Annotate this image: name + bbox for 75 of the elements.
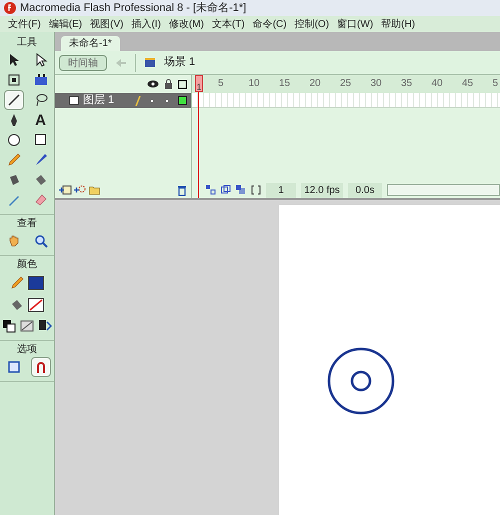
section-label: 颜色 — [16, 258, 38, 272]
elapsed-time: 0.0s — [348, 182, 382, 198]
frame-number: 35 — [401, 77, 414, 91]
frame-number: 5 — [218, 77, 225, 91]
stroke-color-swatch[interactable] — [28, 276, 44, 290]
horizontal-scrollbar[interactable] — [387, 184, 500, 196]
layer-icon — [69, 96, 79, 105]
frame-number: 30 — [370, 77, 383, 91]
back-arrow-icon — [115, 58, 127, 68]
section-label: 选项 — [16, 343, 38, 357]
frame-number: 20 — [310, 77, 322, 91]
onion-skin-icon[interactable] — [221, 185, 231, 195]
pencil-icon — [6, 153, 20, 167]
edit-frames-icon[interactable] — [236, 185, 246, 195]
trash-icon[interactable] — [177, 184, 187, 196]
outline-icon[interactable] — [178, 80, 187, 88]
layer-name: 图层 1 — [83, 93, 116, 108]
frame-number: 40 — [432, 77, 444, 91]
section-label: 查看 — [16, 217, 38, 231]
hand-icon — [6, 234, 20, 248]
line-tool[interactable] — [4, 90, 24, 110]
zoom-icon — [34, 234, 48, 248]
center-frame-icon[interactable] — [206, 185, 216, 195]
lock-icon[interactable] — [164, 79, 173, 89]
lasso-icon — [34, 93, 48, 107]
oval-icon — [6, 133, 20, 147]
frame-number: 45 — [462, 77, 474, 91]
section-label: 工具 — [16, 36, 38, 50]
object-drawing-icon — [6, 360, 20, 374]
squares-icon — [2, 319, 16, 333]
current-frame: 1 — [266, 182, 296, 198]
menu-item[interactable]: 帮助(H) — [377, 16, 420, 32]
markers-icon[interactable] — [251, 185, 261, 195]
menu-item[interactable]: 命令(C) — [248, 16, 291, 32]
menu-item[interactable]: 编辑(E) — [44, 16, 86, 32]
menu-item[interactable]: 修改(M) — [164, 16, 208, 32]
brush-icon — [34, 153, 48, 167]
slash-icon — [20, 319, 34, 333]
line-icon — [6, 93, 20, 107]
frame-number: 25 — [340, 77, 352, 91]
frame-number: 10 — [248, 77, 261, 91]
menu-item[interactable]: 文本(T) — [208, 16, 249, 32]
menu-item[interactable]: 文件(F) — [4, 16, 45, 32]
clapper-icon — [144, 57, 156, 68]
frame-rate: 12.0 fps — [301, 182, 343, 198]
frame-number: 5 — [492, 77, 500, 91]
menu-item[interactable]: 控制(O) — [290, 16, 334, 32]
menu-item[interactable]: 视图(V) — [86, 16, 128, 32]
rectangle-icon — [34, 133, 48, 147]
ring-drawing — [326, 346, 396, 416]
snap-tool[interactable] — [30, 357, 50, 377]
add-layer-icon[interactable] — [59, 185, 72, 195]
layer-row[interactable]: 图层 1 — [55, 93, 191, 108]
app-logo-icon — [4, 2, 16, 14]
menu-item[interactable]: 窗口(W) — [333, 16, 378, 32]
layer-color-icon — [178, 96, 187, 105]
add-guide-icon[interactable] — [74, 185, 87, 195]
document-tab[interactable]: 未命名-1* — [61, 36, 120, 51]
eye-icon[interactable] — [147, 80, 159, 88]
pencil-icon — [135, 96, 141, 106]
text-tool[interactable]: A — [30, 110, 50, 130]
window-title: Macromedia Flash Professional 8 - [未命名-1*] — [20, 0, 246, 16]
eraser-icon — [34, 193, 48, 207]
folder-icon[interactable] — [89, 185, 100, 195]
scene-name: 场景 1 — [164, 55, 196, 70]
playhead-frame-number[interactable]: 1 — [195, 75, 203, 92]
swap-icon — [38, 319, 52, 333]
free-transform-icon — [6, 73, 20, 87]
timeline-toggle[interactable]: 时间轴 — [59, 54, 107, 70]
subselect-icon — [34, 53, 48, 67]
gradient-transform-icon — [34, 73, 48, 87]
frame-number: 15 — [279, 77, 292, 91]
fill-color-swatch[interactable] — [28, 298, 44, 312]
menu-item[interactable]: 插入(I) — [127, 16, 165, 32]
pencil-icon — [10, 276, 24, 290]
